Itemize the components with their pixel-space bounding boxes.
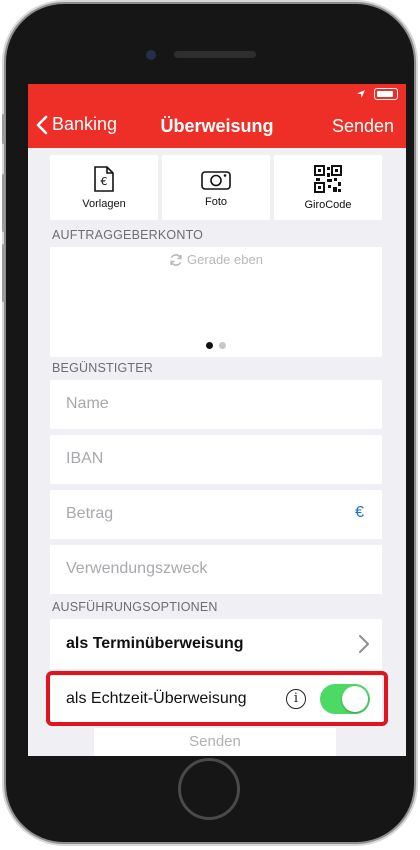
status-icons [356, 88, 398, 100]
action-tiles: € Vorlagen Foto GiroCode [50, 155, 382, 220]
camera-icon [201, 170, 231, 190]
currency-symbol: € [355, 504, 364, 521]
front-camera [146, 50, 156, 60]
navigation-bar: Banking Überweisung Senden [28, 106, 406, 148]
battery-icon [374, 88, 398, 100]
chevron-right-icon [359, 635, 369, 653]
document-euro-icon: € [94, 165, 114, 192]
qr-code-icon [314, 164, 342, 193]
volume-down-button [2, 244, 5, 302]
name-field[interactable]: Name [50, 380, 382, 429]
girocode-tile[interactable]: GiroCode [274, 155, 382, 220]
app-screen: Banking Überweisung Senden € Vorlagen Fo… [28, 84, 406, 756]
photo-tile[interactable]: Foto [162, 155, 270, 220]
status-bar [28, 84, 406, 106]
iban-field[interactable]: IBAN [50, 435, 382, 484]
scheduled-transfer-row[interactable]: als Terminüberweisung [50, 619, 382, 669]
templates-label: Vorlagen [82, 197, 126, 210]
purpose-field-placeholder: Verwendungszweck [66, 560, 208, 577]
name-field-placeholder: Name [66, 395, 109, 412]
amount-field[interactable]: Betrag € [50, 490, 382, 539]
volume-up-button [2, 174, 5, 232]
speaker-grille [174, 51, 256, 58]
iban-field-placeholder: IBAN [66, 450, 104, 467]
send-button[interactable]: Senden [332, 116, 394, 137]
refresh-icon [170, 253, 182, 266]
account-section-header: AUFTRAGGEBERKONTO [52, 228, 204, 242]
svg-text:€: € [101, 175, 108, 188]
home-button[interactable] [178, 758, 240, 820]
scheduled-transfer-label: als Terminüberweisung [66, 635, 244, 652]
options-section-header: AUSFÜHRUNGSOPTIONEN [52, 600, 218, 614]
page-dot-2[interactable] [219, 342, 226, 349]
purpose-field[interactable]: Verwendungszweck [50, 545, 382, 594]
sync-status: Gerade eben [50, 252, 382, 267]
photo-label: Foto [204, 195, 227, 208]
girocode-label: GiroCode [304, 198, 352, 211]
send-footer-button[interactable]: Senden [94, 728, 336, 756]
amount-field-placeholder: Betrag [66, 505, 114, 522]
page-indicator[interactable] [50, 342, 382, 349]
phone-frame: Banking Überweisung Senden € Vorlagen Fo… [2, 4, 414, 842]
templates-tile[interactable]: € Vorlagen [50, 155, 158, 220]
mute-switch [2, 114, 5, 144]
account-carousel[interactable]: Gerade eben [50, 247, 382, 357]
highlight-frame [46, 671, 388, 726]
page-dot-1[interactable] [206, 342, 213, 349]
beneficiary-section-header: BEGÜNSTIGTER [52, 361, 154, 375]
location-arrow-icon [357, 90, 365, 98]
sync-status-text: Gerade eben [187, 252, 263, 267]
